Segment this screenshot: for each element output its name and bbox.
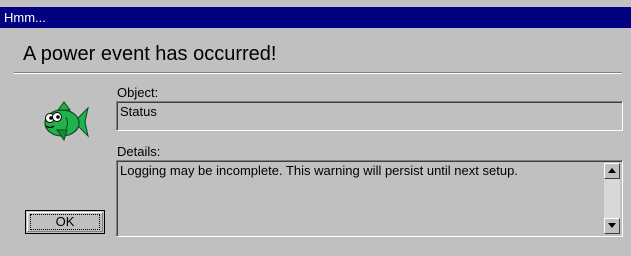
scroll-down-arrow-icon[interactable] (604, 218, 620, 234)
details-scrollbar[interactable] (604, 163, 620, 234)
object-value: Status (120, 104, 157, 119)
title-bar[interactable]: Hmm... (0, 7, 631, 28)
fish-icon (44, 101, 89, 142)
details-field[interactable]: Logging may be incomplete. This warning … (116, 160, 623, 237)
details-label: Details: (117, 144, 161, 159)
heading-divider (14, 72, 622, 74)
ok-button[interactable]: OK (25, 210, 105, 234)
window-title: Hmm... (4, 10, 46, 25)
dialog-window: Hmm... A power event has occurred! Objec… (0, 0, 631, 256)
dialog-heading: A power event has occurred! (23, 43, 277, 65)
details-value: Logging may be incomplete. This warning … (120, 163, 518, 178)
scroll-up-arrow-icon[interactable] (604, 163, 620, 179)
object-label: Object: (117, 85, 159, 100)
object-field[interactable]: Status (116, 101, 623, 131)
ok-button-label: OK (30, 214, 100, 230)
